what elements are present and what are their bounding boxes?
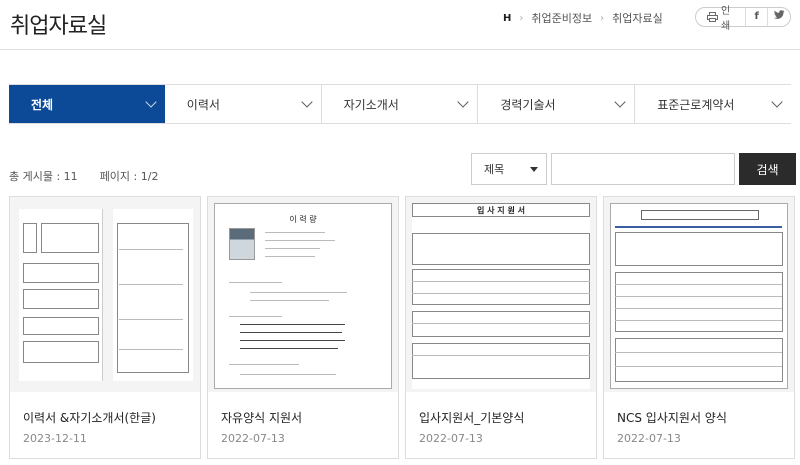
caret-down-icon (530, 166, 538, 172)
twitter-icon[interactable] (768, 8, 790, 26)
chevron-down-icon (145, 96, 157, 108)
search-button[interactable]: 검색 (739, 153, 796, 185)
document-date: 2022-07-13 (221, 432, 285, 445)
breadcrumb-item-current[interactable]: 취업자료실 (612, 10, 663, 26)
list-item[interactable]: 이 력 량 자유양식 지원서 2022-07-13 (207, 196, 399, 459)
document-heading: 이 력 량 (289, 215, 317, 224)
category-tabs: 전체 이력서 자기소개서 경력기술서 표준근로계약서 (9, 84, 791, 124)
utility-bar: 인쇄 f (695, 6, 791, 32)
tab-label: 자기소개서 (343, 97, 399, 112)
list-item[interactable]: NCS 입사지원서 양식 2022-07-13 (603, 196, 795, 459)
tab-label: 표준근로계약서 (657, 97, 735, 112)
page-indicator: 페이지 : 1/2 (99, 170, 159, 183)
search-bar: 제목 검색 (471, 153, 796, 185)
document-thumbnail[interactable]: 입 사 지 원 서 (406, 197, 596, 392)
search-type-select[interactable]: 제목 (471, 153, 547, 185)
tab-all[interactable]: 전체 (9, 85, 165, 123)
home-icon[interactable]: H (503, 13, 511, 24)
facebook-icon[interactable]: f (746, 8, 769, 26)
print-button[interactable]: 인쇄 (696, 6, 747, 32)
document-thumbnail[interactable] (10, 197, 200, 392)
document-title[interactable]: 이력서 &자기소개서(한글) (23, 409, 156, 426)
select-value: 제목 (484, 163, 505, 176)
list-item[interactable]: 이력서 &자기소개서(한글) 2023-12-11 (9, 196, 201, 459)
list-item[interactable]: 입 사 지 원 서 입사지원서_기본양식 2022-07-13 (405, 196, 597, 459)
document-list: 이력서 &자기소개서(한글) 2023-12-11 이 력 량 자유양식 지원서… (9, 196, 795, 459)
photo-placeholder (229, 228, 255, 260)
document-title[interactable]: 자유양식 지원서 (221, 409, 302, 426)
document-heading: 입 사 지 원 서 (477, 206, 525, 215)
tab-label: 경력기술서 (500, 97, 556, 112)
tab-labor-contract[interactable]: 표준근로계약서 (635, 85, 791, 123)
print-icon (707, 12, 718, 22)
print-label: 인쇄 (720, 6, 731, 32)
tab-cover-letter[interactable]: 자기소개서 (321, 85, 479, 123)
breadcrumb-separator: › (600, 12, 605, 24)
document-title[interactable]: 입사지원서_기본양식 (419, 409, 524, 426)
list-info: 총 게시물 : 11 페이지 : 1/2 (9, 168, 158, 184)
breadcrumb-separator: › (519, 12, 524, 24)
document-thumbnail[interactable]: 이 력 량 (208, 197, 398, 392)
chevron-down-icon (771, 96, 783, 108)
tab-label: 전체 (31, 97, 54, 112)
breadcrumb: H › 취업준비정보 › 취업자료실 (503, 10, 663, 26)
breadcrumb-item-prep[interactable]: 취업준비정보 (531, 10, 592, 26)
tab-label: 이력서 (186, 97, 220, 112)
document-date: 2022-07-13 (617, 432, 681, 445)
tab-resume[interactable]: 이력서 (164, 85, 322, 123)
document-date: 2023-12-11 (23, 432, 87, 445)
chevron-down-icon (457, 96, 470, 108)
document-title[interactable]: NCS 입사지원서 양식 (617, 409, 727, 426)
document-date: 2022-07-13 (419, 432, 483, 445)
tab-career-description[interactable]: 경력기술서 (478, 85, 636, 123)
total-count: 총 게시물 : 11 (9, 170, 78, 183)
page-header: 취업자료실 H › 취업준비정보 › 취업자료실 인쇄 f (0, 0, 800, 50)
chevron-down-icon (614, 96, 626, 108)
search-input[interactable] (551, 153, 735, 185)
document-thumbnail[interactable] (604, 197, 794, 392)
page-title: 취업자료실 (10, 14, 107, 39)
chevron-down-icon (300, 96, 313, 108)
